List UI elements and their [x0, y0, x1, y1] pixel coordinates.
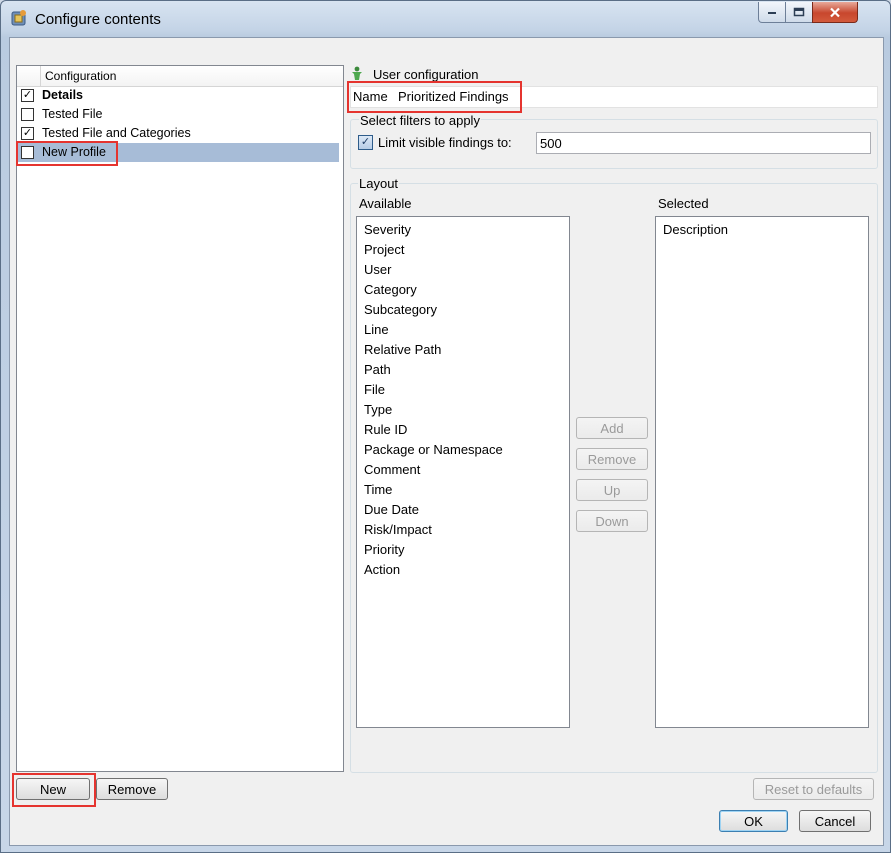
list-item[interactable]: Rule ID [364, 422, 407, 437]
title-bar[interactable]: Configure contents [1, 1, 890, 37]
close-button[interactable] [812, 2, 858, 23]
tree-item-label: Tested File and Categories [42, 126, 191, 140]
move-up-button[interactable]: Up [576, 479, 648, 501]
list-item[interactable]: Line [364, 322, 389, 337]
maximize-icon [793, 7, 805, 17]
remove-column-button[interactable]: Remove [576, 448, 648, 470]
configure-contents-window: Configure contents Configuration ✓ Detai… [0, 0, 891, 853]
list-item[interactable]: Time [364, 482, 392, 497]
list-item[interactable]: Project [364, 242, 404, 257]
list-item[interactable]: Subcategory [364, 302, 437, 317]
limit-findings-value: 500 [540, 136, 562, 151]
list-item[interactable]: Package or Namespace [364, 442, 503, 457]
highlight-new-button [12, 773, 96, 807]
list-item[interactable]: Type [364, 402, 392, 417]
list-item[interactable]: Relative Path [364, 342, 441, 357]
tree-item-details[interactable]: ✓ Details [17, 86, 339, 105]
selected-label: Selected [658, 196, 709, 211]
list-item[interactable]: Description [663, 222, 728, 237]
window-title: Configure contents [35, 11, 161, 28]
cancel-button[interactable]: Cancel [799, 810, 871, 832]
tested-file-checkbox[interactable] [21, 108, 34, 121]
list-item[interactable]: Comment [364, 462, 420, 477]
list-item[interactable]: User [364, 262, 391, 277]
limit-findings-label: Limit visible findings to: [378, 135, 512, 150]
list-item[interactable]: Path [364, 362, 391, 377]
available-label: Available [359, 196, 412, 211]
tested-file-categories-checkbox[interactable]: ✓ [21, 127, 34, 140]
list-item[interactable]: Category [364, 282, 417, 297]
reset-to-defaults-button[interactable]: Reset to defaults [753, 778, 874, 800]
remove-profile-button[interactable]: Remove [96, 778, 168, 800]
filters-heading: Select filters to apply [359, 113, 481, 128]
details-checkbox[interactable]: ✓ [21, 89, 34, 102]
user-icon [352, 66, 362, 80]
highlight-new-profile [16, 141, 118, 166]
tree-column-header[interactable]: Configuration [17, 66, 343, 87]
configuration-tree[interactable]: Configuration ✓ Details Tested File ✓ Te… [16, 65, 344, 772]
tree-item-tested-file[interactable]: Tested File [17, 105, 339, 124]
minimize-icon [768, 12, 776, 14]
list-item[interactable]: Severity [364, 222, 411, 237]
list-item[interactable]: Action [364, 562, 400, 577]
limit-findings-checkbox[interactable]: ✓ [358, 135, 373, 150]
dialog-body: Configuration ✓ Details Tested File ✓ Te… [9, 37, 884, 846]
list-item[interactable]: File [364, 382, 385, 397]
move-down-button[interactable]: Down [576, 510, 648, 532]
list-item[interactable]: Due Date [364, 502, 419, 517]
close-icon [830, 7, 840, 17]
column-separator [40, 66, 41, 86]
limit-findings-input[interactable]: 500 [536, 132, 871, 154]
ok-button[interactable]: OK [719, 810, 788, 832]
layout-heading: Layout [358, 176, 400, 191]
user-configuration-heading: User configuration [373, 67, 479, 82]
minimize-button[interactable] [758, 2, 786, 23]
tree-item-label: Details [42, 88, 83, 102]
app-icon [11, 10, 26, 26]
tree-item-label: Tested File [42, 107, 103, 121]
highlight-name [347, 81, 522, 113]
maximize-button[interactable] [785, 2, 813, 23]
column-header-label: Configuration [45, 69, 117, 83]
selected-columns-list[interactable]: Description [655, 216, 869, 728]
list-item[interactable]: Priority [364, 542, 404, 557]
available-columns-list[interactable]: Severity Project User Category Subcategory Li… [356, 216, 570, 728]
list-item[interactable]: Risk/Impact [364, 522, 432, 537]
add-column-button[interactable]: Add [576, 417, 648, 439]
